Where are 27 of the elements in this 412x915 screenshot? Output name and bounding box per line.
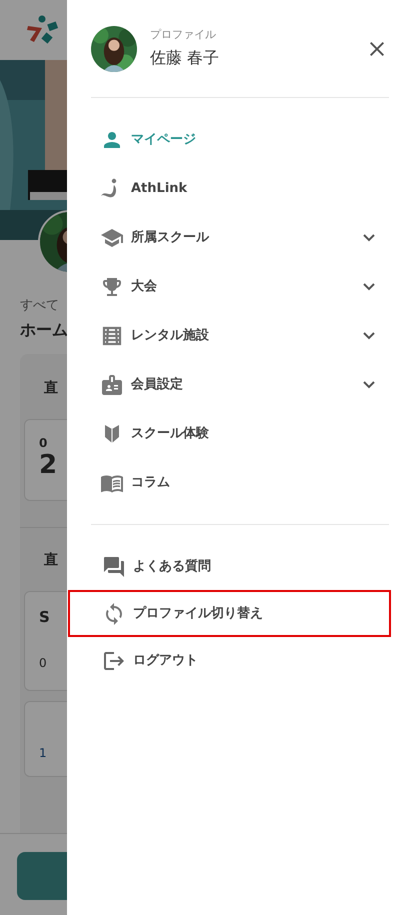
item-date: 1 <box>39 744 48 762</box>
profile-caption: プロファイル <box>150 27 217 44</box>
menu-item[interactable]: ログアウト <box>68 637 391 684</box>
item-date: 0 <box>39 655 48 672</box>
day-text: 2 <box>39 452 58 478</box>
menu-item[interactable]: 会員設定 <box>91 360 389 409</box>
item-title: S <box>39 606 51 628</box>
chat-icon <box>102 554 126 578</box>
card-heading: 直 <box>44 550 59 570</box>
menu-item[interactable]: よくある質問 <box>68 543 391 590</box>
profile-name: 佐藤 春子 <box>150 46 220 69</box>
id-badge-icon <box>100 372 124 396</box>
menu-item[interactable]: 所属スクール <box>91 213 389 262</box>
menu-item[interactable]: コラム <box>91 458 389 507</box>
menu-item[interactable]: スクール体験 <box>91 409 389 458</box>
building-icon <box>102 326 122 346</box>
logo-icon <box>26 14 60 46</box>
menu-item[interactable]: プロファイル切り替え <box>68 590 391 637</box>
section-label: すべて <box>20 297 60 315</box>
menu-item[interactable]: 大会 <box>91 262 389 311</box>
card-heading: 直 <box>44 378 59 398</box>
menu-item[interactable]: マイページ <box>91 115 389 164</box>
menu-item[interactable]: AthLink <box>91 164 389 213</box>
leaf-mark-icon <box>104 424 120 444</box>
date-text: 0 <box>39 434 48 452</box>
menu-item[interactable]: レンタル施設 <box>91 311 389 360</box>
page-title: ホーム <box>20 318 67 340</box>
